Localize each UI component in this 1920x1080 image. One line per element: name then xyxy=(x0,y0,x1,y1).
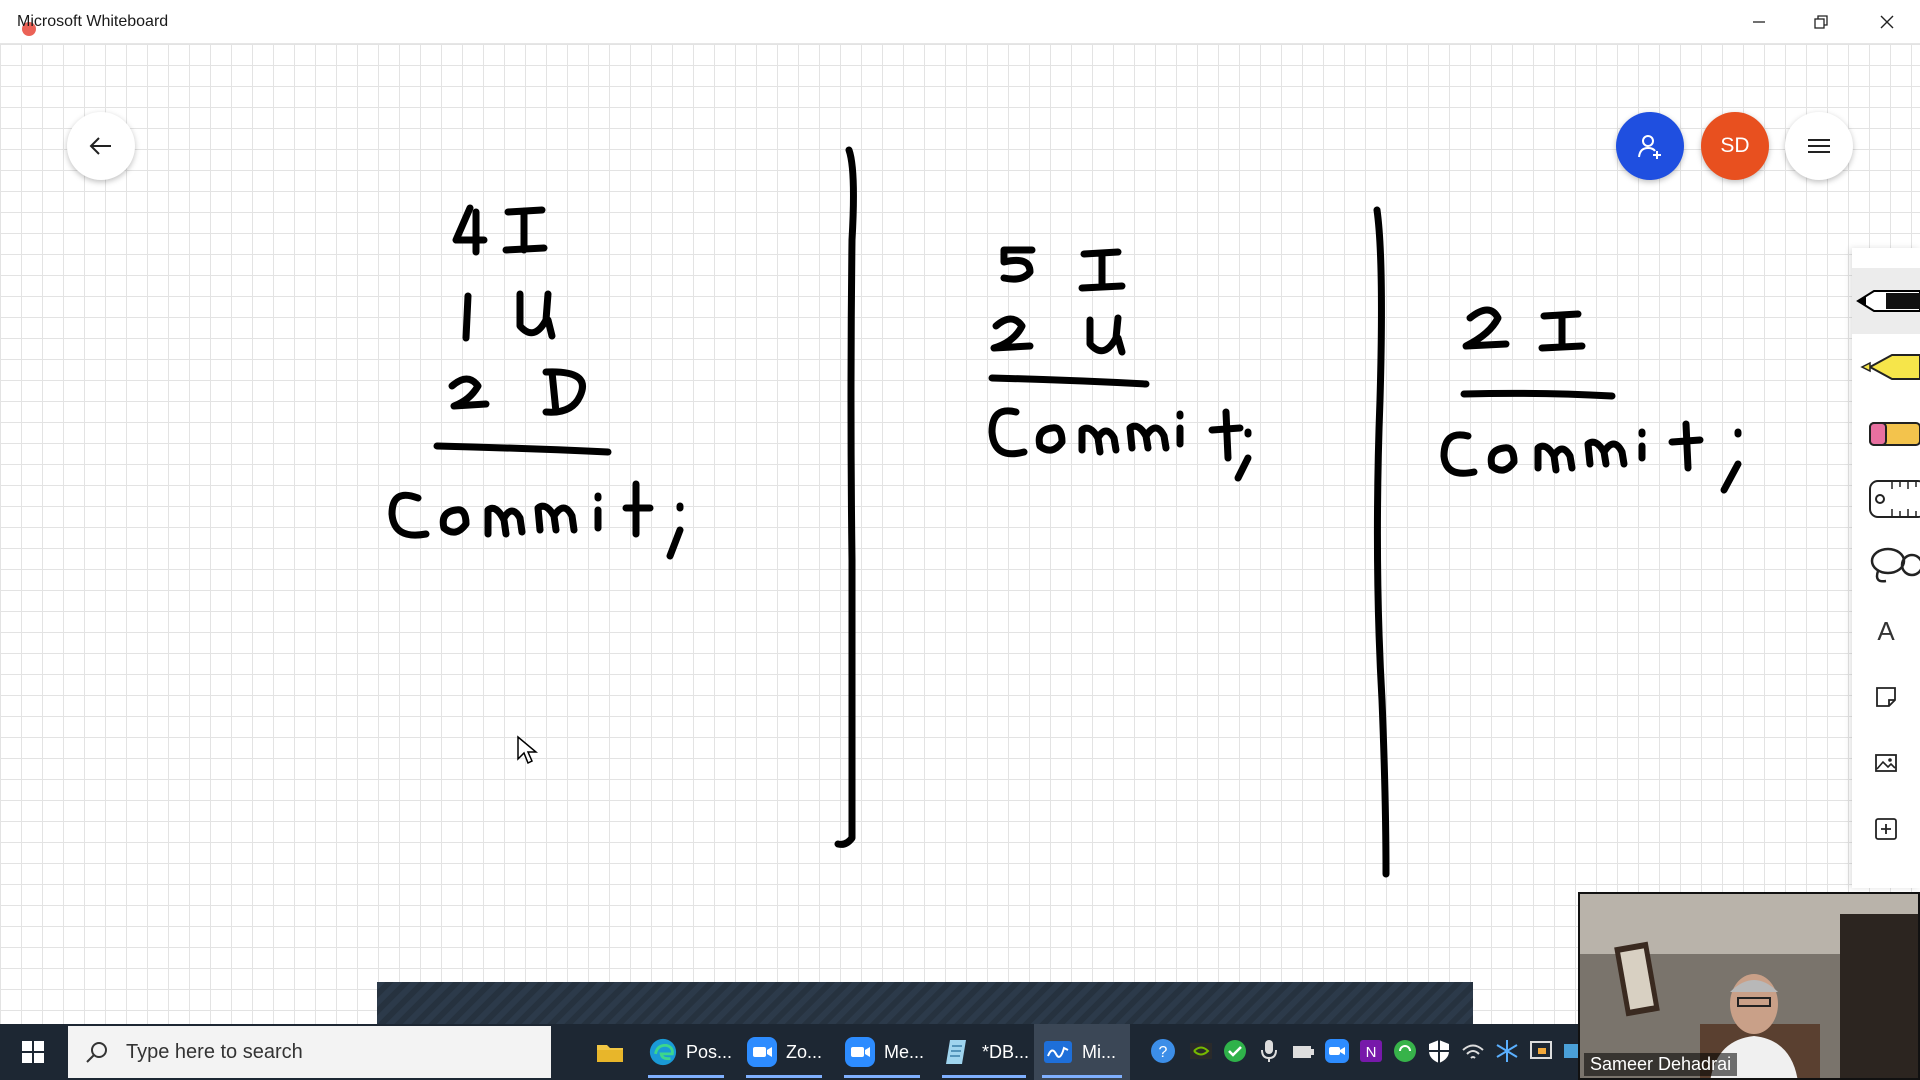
title-bar: Microsoft Whiteboard xyxy=(0,0,1920,44)
settings-menu-button[interactable] xyxy=(1785,112,1853,180)
taskbar-app-zoom[interactable]: Zo... xyxy=(738,1024,830,1080)
hamburger-menu-icon xyxy=(1808,139,1830,153)
tool-add[interactable] xyxy=(1852,796,1920,862)
nvidia-icon[interactable] xyxy=(1188,1038,1214,1064)
snowflake-icon[interactable] xyxy=(1494,1038,1520,1064)
screen-share-bar xyxy=(377,982,1473,1024)
whiteboard-app: Microsoft Whiteboard SD A Type here to s… xyxy=(0,0,1920,1080)
arrow-left-icon xyxy=(89,137,111,155)
help-icon[interactable]: ? xyxy=(1150,1038,1176,1064)
taskbar-app-label: *DB... xyxy=(982,1041,1030,1062)
zoom-meeting-icon xyxy=(845,1037,875,1067)
taskbar-app-notepad[interactable]: *DB... xyxy=(934,1024,1034,1080)
participant-name: Sameer Dehadrai xyxy=(1584,1053,1738,1076)
running-indicator xyxy=(648,1075,724,1078)
invite-button[interactable] xyxy=(1616,112,1684,180)
battery-plug-icon[interactable] xyxy=(1290,1038,1316,1064)
taskbar-app-file-explorer[interactable] xyxy=(586,1024,636,1080)
edge-icon xyxy=(649,1038,677,1066)
close-icon xyxy=(1880,15,1894,29)
wifi-icon[interactable] xyxy=(1460,1038,1486,1064)
taskbar-app-label: Me... xyxy=(884,1041,925,1062)
person-add-icon xyxy=(1638,135,1661,159)
svg-text:?: ? xyxy=(1159,1044,1168,1061)
taskbar-app-zoom-meeting[interactable]: Me... xyxy=(836,1024,928,1080)
note-icon xyxy=(1876,687,1896,707)
highlighter-icon xyxy=(1860,354,1920,380)
sync-icon[interactable] xyxy=(1392,1038,1418,1064)
mouse-cursor-icon xyxy=(517,735,538,765)
start-button[interactable] xyxy=(0,1024,66,1080)
display-icon[interactable] xyxy=(1528,1038,1554,1064)
tool-pen[interactable] xyxy=(1852,268,1920,334)
tool-eraser[interactable] xyxy=(1852,400,1920,466)
onenote-icon[interactable]: N xyxy=(1358,1038,1384,1064)
running-indicator xyxy=(942,1075,1026,1078)
user-avatar-button[interactable]: SD xyxy=(1701,112,1769,180)
zoom-icon xyxy=(747,1037,777,1067)
window-title: Microsoft Whiteboard xyxy=(17,13,169,30)
security-check-icon[interactable] xyxy=(1222,1038,1248,1064)
pen-icon xyxy=(1856,290,1920,312)
inking-toolbar: A xyxy=(1852,248,1920,888)
avatar-initials: SD xyxy=(1720,134,1750,157)
minimize-button[interactable] xyxy=(1728,0,1790,44)
taskbar-app-label: Pos... xyxy=(685,1041,732,1062)
tool-sticky-note[interactable] xyxy=(1852,664,1920,730)
taskbar-app-edge[interactable]: Pos... xyxy=(640,1024,732,1080)
lasso-icon xyxy=(1870,547,1920,583)
close-button[interactable] xyxy=(1856,0,1918,44)
notepad-icon xyxy=(946,1040,966,1064)
zoom-tray-icon[interactable] xyxy=(1324,1038,1350,1064)
whiteboard-icon xyxy=(1044,1041,1072,1063)
whiteboard-canvas[interactable] xyxy=(0,44,1920,1024)
tool-ruler[interactable] xyxy=(1852,466,1920,532)
windows-logo-icon xyxy=(22,1041,44,1063)
restore-button[interactable] xyxy=(1790,0,1852,44)
ruler-icon xyxy=(1869,480,1920,518)
taskbar-search-box[interactable]: Type here to search xyxy=(68,1026,551,1078)
taskbar-app-label: Zo... xyxy=(786,1041,823,1062)
microphone-icon[interactable] xyxy=(1256,1038,1282,1064)
back-button[interactable] xyxy=(67,112,135,180)
svg-text:N: N xyxy=(1366,1044,1377,1061)
search-placeholder: Type here to search xyxy=(126,1040,303,1063)
text-icon: A xyxy=(1877,615,1895,646)
image-icon xyxy=(1875,754,1897,772)
webcam-video-tile[interactable]: Sameer Dehadrai xyxy=(1578,892,1920,1080)
tool-text[interactable]: A xyxy=(1852,598,1920,664)
minimize-icon xyxy=(1753,21,1765,23)
tool-lasso[interactable] xyxy=(1852,532,1920,598)
running-indicator xyxy=(1042,1075,1122,1078)
running-indicator xyxy=(844,1075,920,1078)
taskbar-app-whiteboard[interactable]: Mi... xyxy=(1034,1024,1130,1080)
eraser-icon xyxy=(1869,422,1920,446)
plus-icon xyxy=(1875,818,1897,840)
tool-highlighter[interactable] xyxy=(1852,334,1920,400)
taskbar-app-label: Mi... xyxy=(1082,1041,1116,1062)
file-explorer-icon xyxy=(597,1045,623,1062)
restore-icon xyxy=(1814,15,1828,29)
search-icon xyxy=(86,1042,107,1063)
shield-icon[interactable] xyxy=(1426,1038,1452,1064)
tool-image[interactable] xyxy=(1852,730,1920,796)
running-indicator xyxy=(746,1075,822,1078)
